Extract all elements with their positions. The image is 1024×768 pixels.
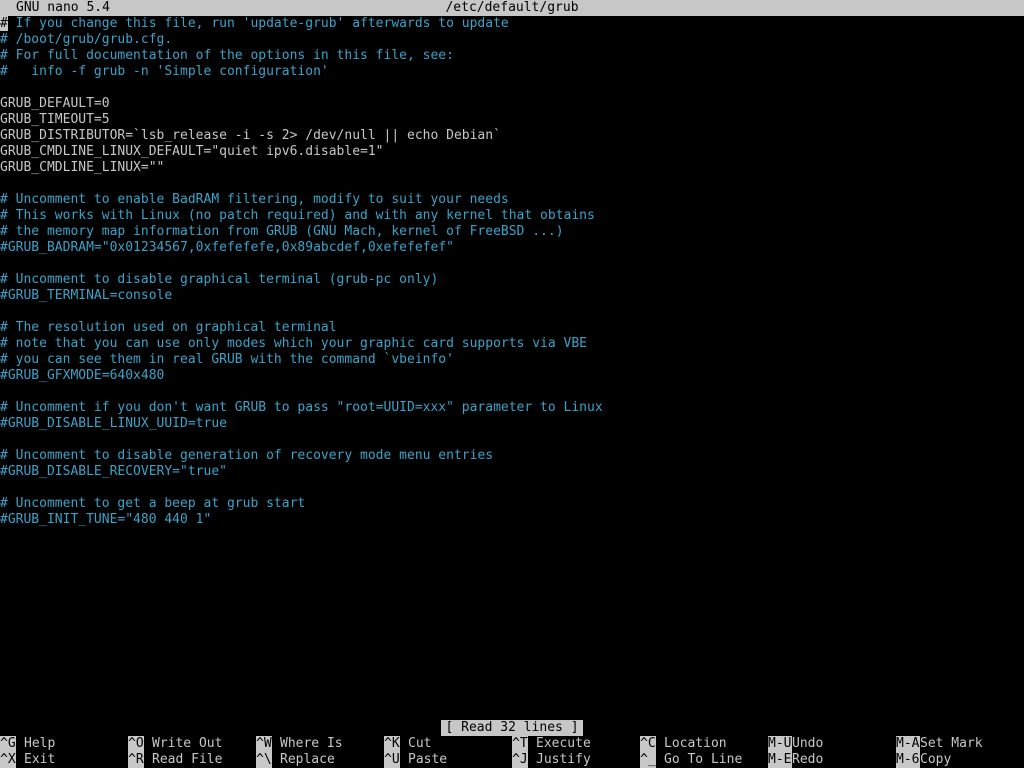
editor-line[interactable]: #GRUB_INIT_TUNE="480 440 1" <box>0 512 1024 528</box>
shortcut-key: ^J <box>512 752 528 768</box>
shortcut-key: ^T <box>512 736 528 752</box>
editor-line[interactable]: GRUB_DISTRIBUTOR=`lsb_release -i -s 2> /… <box>0 128 1024 144</box>
shortcut-write-out[interactable]: ^O Write Out <box>128 736 222 752</box>
shortcut-label: Redo <box>792 752 824 767</box>
shortcut-execute[interactable]: ^T Execute <box>512 736 591 752</box>
shortcut-set-mark[interactable]: M-ASet Mark <box>896 736 983 752</box>
editor-line[interactable]: GRUB_TIMEOUT=5 <box>0 112 1024 128</box>
shortcut-label: Help <box>24 736 56 751</box>
shortcut-key: ^W <box>256 736 272 752</box>
shortcut-location[interactable]: ^C Location <box>640 736 727 752</box>
shortcut-help[interactable]: ^G Help <box>0 736 55 752</box>
editor-line[interactable]: # note that you can use only modes which… <box>0 336 1024 352</box>
editor-line[interactable]: # Uncomment to disable generation of rec… <box>0 448 1024 464</box>
shortcut-label: Paste <box>408 752 448 767</box>
text-cursor: # <box>0 16 8 31</box>
file-name: /etc/default/grub <box>445 0 579 15</box>
editor-line[interactable]: GRUB_CMDLINE_LINUX="" <box>0 160 1024 176</box>
shortcut-replace[interactable]: ^\ Replace <box>256 752 335 768</box>
shortcut-key: ^X <box>0 752 16 768</box>
shortcut-key: M-A <box>896 736 920 752</box>
title-bar: GNU nano 5.4 /etc/default/grub <box>0 0 1024 16</box>
shortcut-label: Set Mark <box>920 736 983 751</box>
shortcut-key: ^G <box>0 736 16 752</box>
editor-line[interactable]: # the memory map information from GRUB (… <box>0 224 1024 240</box>
shortcut-label: Write Out <box>152 736 223 751</box>
shortcut-key: ^\ <box>256 752 272 768</box>
shortcut-key: ^R <box>128 752 144 768</box>
editor-line[interactable]: # This works with Linux (no patch requir… <box>0 208 1024 224</box>
shortcut-key: ^U <box>384 752 400 768</box>
shortcut-justify[interactable]: ^J Justify <box>512 752 591 768</box>
shortcut-read-file[interactable]: ^R Read File <box>128 752 222 768</box>
editor-line[interactable]: # Uncomment if you don't want GRUB to pa… <box>0 400 1024 416</box>
editor-line[interactable]: #GRUB_GFXMODE=640x480 <box>0 368 1024 384</box>
editor-line[interactable]: # /boot/grub/grub.cfg. <box>0 32 1024 48</box>
editor-line[interactable]: #GRUB_TERMINAL=console <box>0 288 1024 304</box>
shortcut-where-is[interactable]: ^W Where Is <box>256 736 343 752</box>
shortcut-key: ^K <box>384 736 400 752</box>
editor-line[interactable]: #GRUB_DISABLE_LINUX_UUID=true <box>0 416 1024 432</box>
shortcut-label: Copy <box>920 752 952 767</box>
editor-line[interactable]: #GRUB_BADRAM="0x01234567,0xfefefefe,0x89… <box>0 240 1024 256</box>
shortcut-bar: ^G Help ^X Exit ^O Write Out ^R Read File ^W Wher… <box>0 736 1024 768</box>
editor-line[interactable] <box>0 256 1024 272</box>
shortcut-label: Cut <box>408 736 432 751</box>
shortcut-key: ^_ <box>640 752 656 768</box>
editor-line[interactable]: # For full documentation of the options … <box>0 48 1024 64</box>
shortcut-label: Location <box>664 736 727 751</box>
editor-line[interactable]: # Uncomment to get a beep at grub start <box>0 496 1024 512</box>
shortcut-key: M-U <box>768 736 792 752</box>
editor-line[interactable] <box>0 432 1024 448</box>
editor-line[interactable]: # info -f grub -n 'Simple configuration' <box>0 64 1024 80</box>
editor-line[interactable]: #GRUB_DISABLE_RECOVERY="true" <box>0 464 1024 480</box>
shortcut-label: Read File <box>152 752 223 767</box>
editor-line[interactable]: GRUB_DEFAULT=0 <box>0 96 1024 112</box>
shortcut-key: M-E <box>768 752 792 768</box>
editor-area[interactable]: # If you change this file, run 'update-g… <box>0 16 1024 720</box>
editor-line[interactable] <box>0 304 1024 320</box>
editor-line[interactable] <box>0 480 1024 496</box>
shortcut-key: M-6 <box>896 752 920 768</box>
shortcut-label: Where Is <box>280 736 343 751</box>
editor-line[interactable] <box>0 384 1024 400</box>
shortcut-label: Undo <box>792 736 824 751</box>
shortcut-label: Justify <box>536 752 591 767</box>
editor-line[interactable] <box>0 176 1024 192</box>
editor-line[interactable]: # Uncomment to disable graphical termina… <box>0 272 1024 288</box>
shortcut-copy[interactable]: M-6Copy <box>896 752 951 768</box>
shortcut-redo[interactable]: M-ERedo <box>768 752 823 768</box>
shortcut-label: Exit <box>24 752 56 767</box>
shortcut-label: Replace <box>280 752 335 767</box>
shortcut-label: Execute <box>536 736 591 751</box>
status-message: [ Read 32 lines ] <box>441 720 583 736</box>
shortcut-exit[interactable]: ^X Exit <box>0 752 55 768</box>
shortcut-label: Go To Line <box>664 752 743 767</box>
editor-line[interactable]: GRUB_CMDLINE_LINUX_DEFAULT="quiet ipv6.d… <box>0 144 1024 160</box>
shortcut-undo[interactable]: M-UUndo <box>768 736 823 752</box>
editor-line[interactable]: # If you change this file, run 'update-g… <box>0 16 1024 32</box>
status-bar: [ Read 32 lines ] <box>0 720 1024 736</box>
editor-line-text: If you change this file, run 'update-gru… <box>7 16 509 31</box>
shortcut-key: ^C <box>640 736 656 752</box>
shortcut-key: ^O <box>128 736 144 752</box>
shortcut-cut[interactable]: ^K Cut <box>384 736 431 752</box>
editor-line[interactable]: # Uncomment to enable BadRAM filtering, … <box>0 192 1024 208</box>
editor-line[interactable]: # you can see them in real GRUB with the… <box>0 352 1024 368</box>
shortcut-go-to-line[interactable]: ^_ Go To Line <box>640 752 742 768</box>
editor-line[interactable] <box>0 80 1024 96</box>
editor-line[interactable]: # The resolution used on graphical termi… <box>0 320 1024 336</box>
shortcut-paste[interactable]: ^U Paste <box>384 752 447 768</box>
